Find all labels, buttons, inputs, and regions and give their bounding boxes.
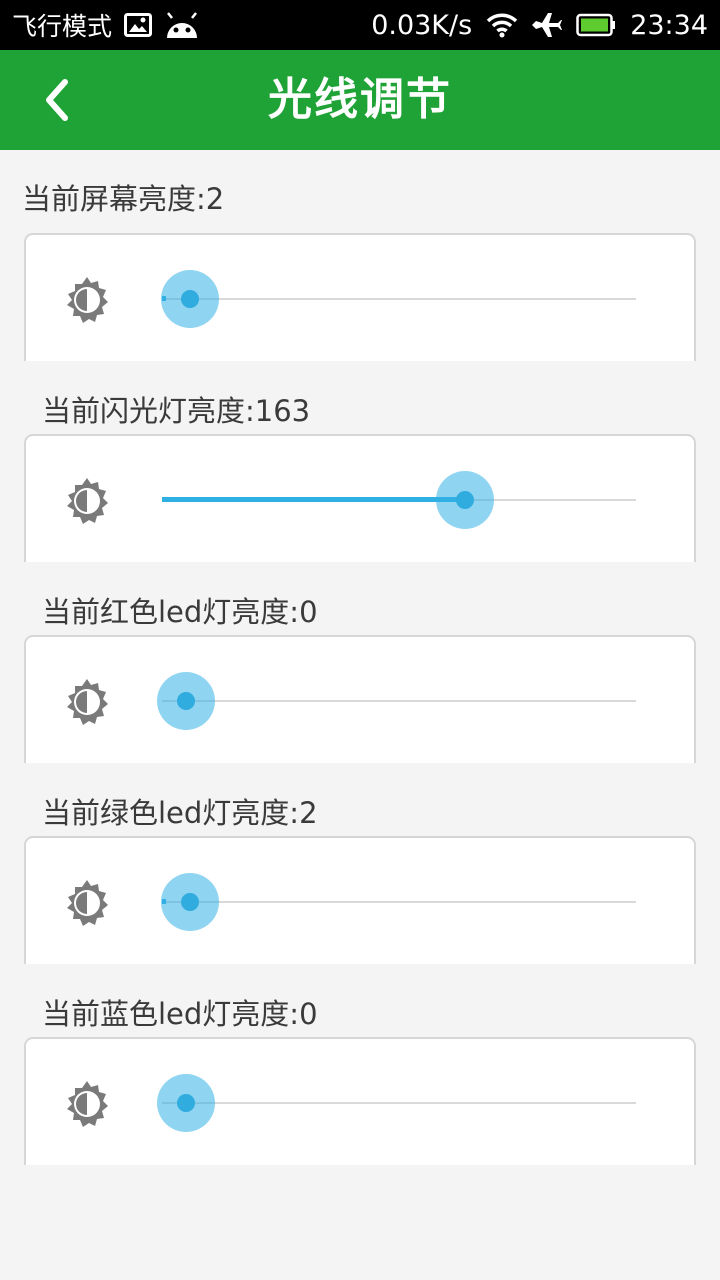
brightness-icon [64,675,110,729]
clock: 23:34 [630,9,708,41]
blue-led-brightness-card [24,1037,696,1165]
slider-track [162,1102,636,1104]
slider-thumb[interactable] [160,270,219,328]
wifi-icon [486,12,518,38]
green-led-brightness-slider[interactable] [160,873,636,931]
slider-thumb[interactable] [435,471,494,529]
slider-track [162,700,636,702]
app-bar: 光线调节 [0,50,720,150]
red-led-brightness-label: 当前红色led灯亮度:0 [42,595,318,629]
red-led-brightness-card [24,635,696,763]
network-speed: 0.03K/s [371,9,473,41]
brightness-icon [64,876,110,930]
airplane-icon [532,12,563,38]
slider-track [162,901,636,903]
blue-led-brightness-slider[interactable] [157,1074,636,1132]
back-button[interactable] [28,72,84,128]
green-led-brightness-label: 当前绿色led灯亮度:2 [42,796,318,830]
screen-brightness-label: 当前屏幕亮度:2 [22,182,225,216]
slider-thumb[interactable] [160,873,219,931]
flash-brightness-card [24,434,696,562]
slider-thumb[interactable] [157,672,215,730]
image-icon [124,13,153,37]
battery-icon [576,13,616,37]
slider-track [162,298,636,300]
airplane-mode-text: 飞行模式 [12,12,113,41]
slider-fill [162,497,465,502]
slider-thumb[interactable] [157,1074,215,1132]
flash-brightness-slider[interactable] [162,471,636,529]
green-led-brightness-card [24,836,696,964]
android-icon [164,12,200,38]
chevron-left-icon [46,79,68,121]
screen-brightness-card [24,233,696,361]
brightness-icon [64,474,110,528]
status-bar: 飞行模式 0.03K/s 23:34 [0,0,720,50]
red-led-brightness-slider[interactable] [157,672,636,730]
blue-led-brightness-label: 当前蓝色led灯亮度:0 [42,997,318,1031]
brightness-icon [64,1077,110,1131]
page-title: 光线调节 [268,74,452,125]
flash-brightness-label: 当前闪光灯亮度:163 [42,394,311,428]
brightness-icon [64,273,110,327]
screen-brightness-slider[interactable] [160,270,636,328]
